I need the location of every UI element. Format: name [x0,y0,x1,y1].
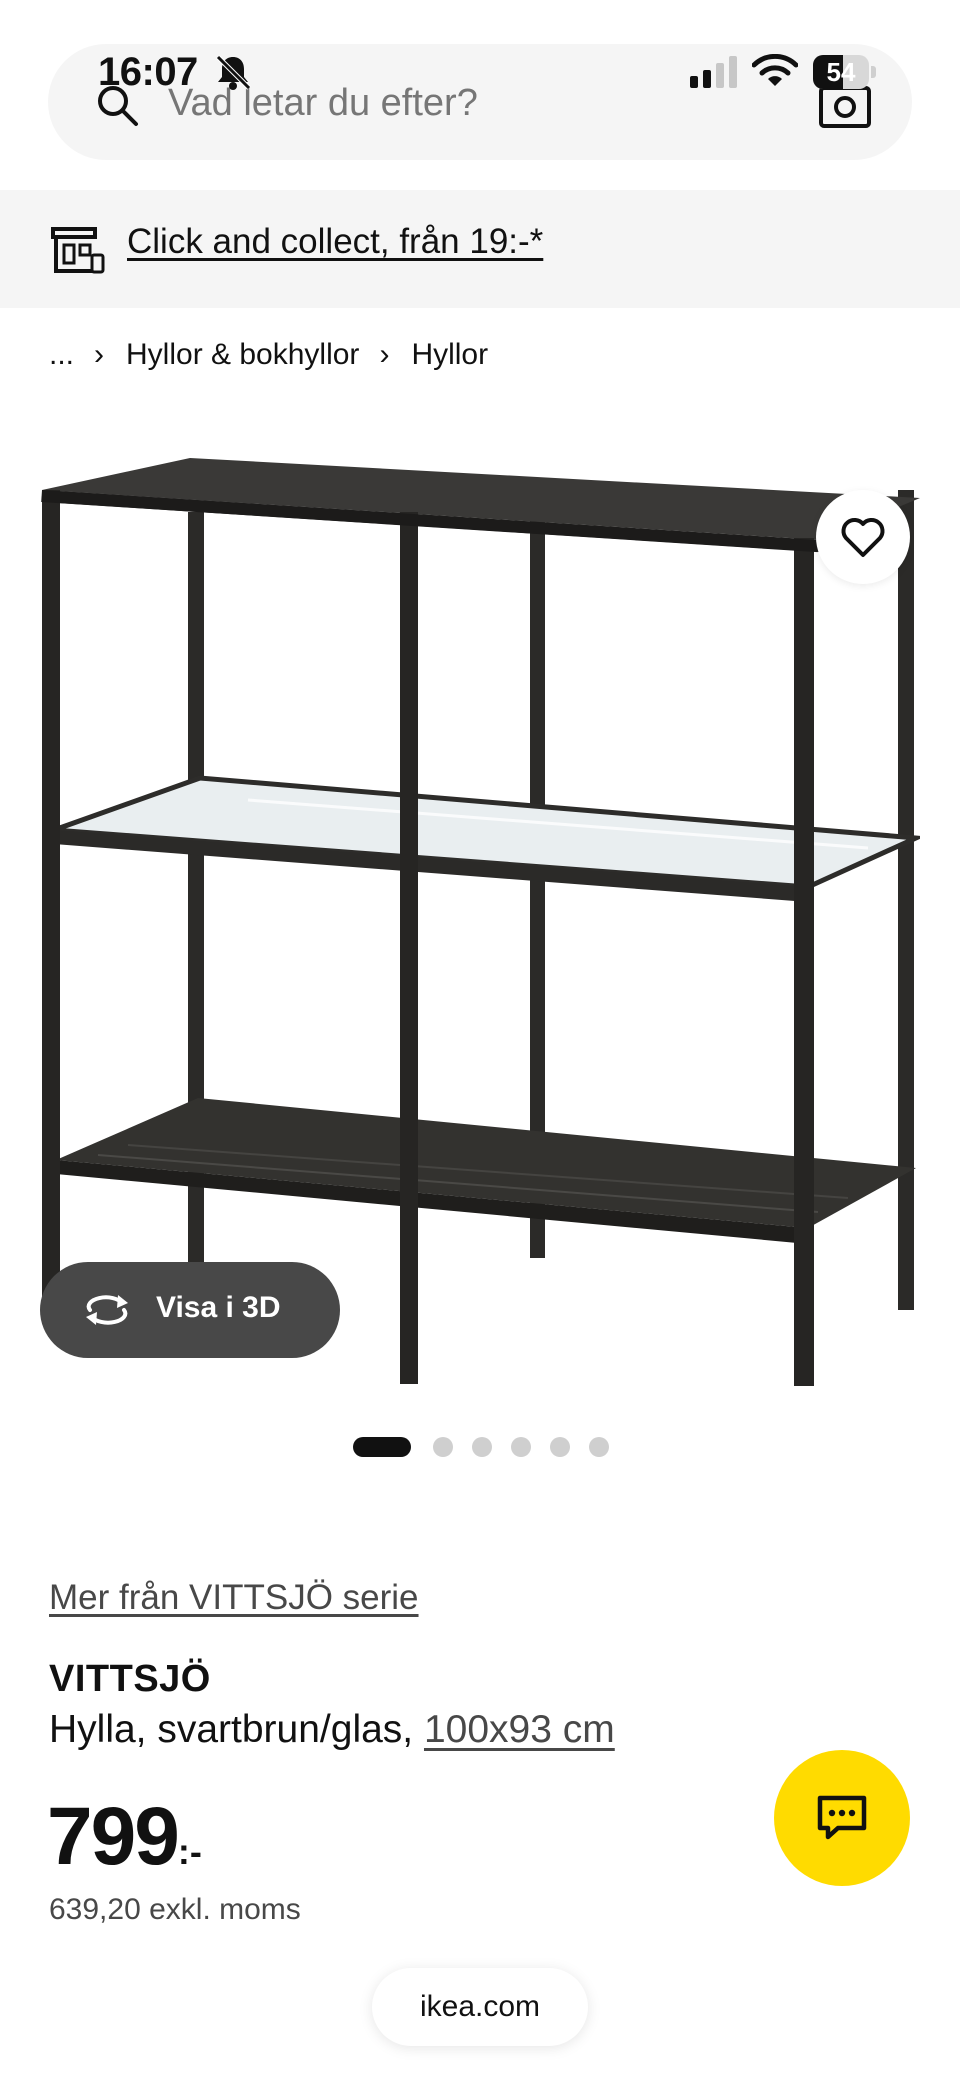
product-description: Hylla, svartbrun/glas, 100x93 cm [49,1708,615,1752]
breadcrumb-item-shelves[interactable]: Hyllor & bokhyllor [126,338,359,372]
product-size-link[interactable]: 100x93 cm [424,1708,615,1751]
product-type: Hylla, svartbrun/glas, [49,1708,414,1751]
price-suffix: :- [177,1831,202,1872]
price-amount: 799 [47,1791,180,1882]
browser-url[interactable]: ikea.com [372,1968,588,2046]
product-name: VITTSJÖ [49,1658,211,1700]
carousel-dot[interactable] [550,1437,570,1457]
product-image[interactable] [38,450,920,1390]
battery-icon: 54 [813,55,877,89]
series-link[interactable]: Mer från VITTSJÖ serie [49,1578,419,1618]
wifi-icon [752,54,798,86]
chat-icon [817,1795,867,1840]
search-input[interactable] [166,72,770,134]
breadcrumb-item-current[interactable]: Hyllor [411,338,488,372]
view-3d-label: Visa i 3D [156,1291,281,1324]
chevron-right-icon: › [94,338,105,371]
breadcrumb-ellipsis[interactable]: ... [49,338,74,372]
price: 799:- [47,1790,202,1884]
status-time: 16:07 [98,50,198,94]
carousel-indicator[interactable] [353,1437,628,1457]
carousel-dot[interactable] [433,1437,453,1457]
carousel-dot[interactable] [589,1437,609,1457]
signal-icon [690,56,737,88]
price-excl-vat: 639,20 exkl. moms [49,1893,301,1926]
heart-icon [841,518,885,557]
rotate-3d-icon [86,1295,128,1325]
favourite-button[interactable] [816,490,910,584]
view-3d-button[interactable]: Visa i 3D [40,1262,340,1358]
click-collect-banner: Click and collect, från 19:-* [0,190,960,308]
bell-slash-icon [216,55,251,90]
carousel-dot[interactable] [511,1437,531,1457]
chat-button[interactable] [774,1750,910,1886]
chevron-right-icon: › [379,338,390,371]
battery-level: 54 [826,57,856,87]
store-icon [51,227,105,274]
breadcrumb: ... › Hyllor & bokhyllor › Hyllor [49,338,488,372]
click-collect-link[interactable]: Click and collect, från 19:-* [127,222,543,262]
carousel-dot[interactable] [472,1437,492,1457]
carousel-dot-active[interactable] [353,1437,411,1457]
